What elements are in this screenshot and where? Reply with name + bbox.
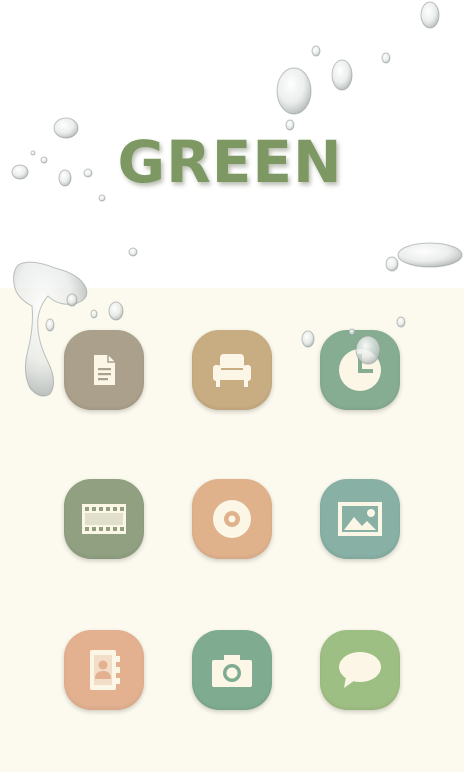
picture-icon: [338, 502, 382, 536]
clock-icon: [339, 349, 381, 391]
camera-icon: [212, 655, 252, 687]
armchair-icon: [213, 354, 251, 387]
armchair-app-icon[interactable]: [192, 330, 272, 410]
disc-icon: [213, 500, 251, 538]
document-app-icon[interactable]: [64, 330, 144, 410]
theme-preview: GREEN: [0, 0, 464, 772]
contacts-icon: [90, 650, 120, 690]
messages-app-icon[interactable]: [320, 630, 400, 710]
music-app-icon[interactable]: [192, 479, 272, 559]
video-app-icon[interactable]: [64, 479, 144, 559]
gallery-app-icon[interactable]: [320, 479, 400, 559]
camera-app-icon[interactable]: [192, 630, 272, 710]
document-icon: [94, 355, 115, 385]
clock-app-icon[interactable]: [320, 330, 400, 410]
film-icon: [82, 504, 126, 534]
contacts-app-icon[interactable]: [64, 630, 144, 710]
message-icon: [339, 652, 381, 688]
icon-grid: [0, 0, 464, 772]
